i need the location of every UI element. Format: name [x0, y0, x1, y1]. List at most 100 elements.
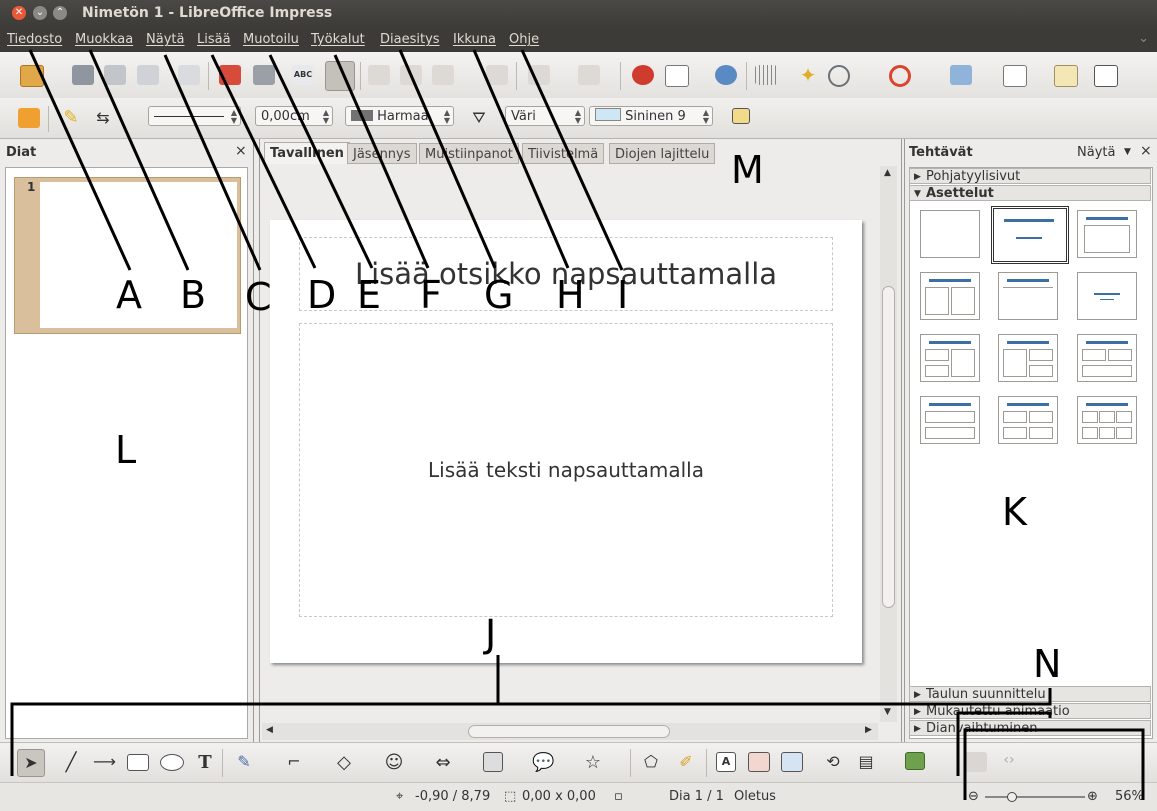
flowchart-icon[interactable] — [483, 752, 503, 772]
menu-lisaa[interactable]: Lisää — [197, 32, 231, 47]
symbol-shapes-icon[interactable]: ☺ — [383, 752, 405, 773]
tab-diojen-lajittelu[interactable]: Diojen lajittelu — [609, 143, 716, 164]
section-dianvaihtuminen[interactable]: ▶ Dianvaihtuminen — [909, 720, 1151, 736]
layout-title-2-content[interactable] — [920, 272, 980, 320]
connector-icon[interactable]: ⌐ — [283, 752, 305, 772]
menu-tiedosto[interactable]: Tiedosto — [7, 32, 62, 47]
text-tool-icon[interactable]: T — [194, 752, 216, 773]
layout-title-only[interactable] — [998, 272, 1058, 320]
save-icon[interactable] — [104, 65, 126, 85]
vertical-scrollbar[interactable]: ▲ ▼ — [880, 166, 897, 722]
layout-title-slide[interactable] — [991, 206, 1069, 264]
zoom-in-icon[interactable]: ⊕ — [1087, 789, 1098, 804]
section-pohjatyylisivut[interactable]: ▶ Pohjatyylisivut — [909, 168, 1151, 184]
zoom-slider-thumb[interactable] — [1007, 792, 1017, 802]
arrow-line-icon[interactable]: ⟶ — [93, 752, 116, 772]
fill-type-select[interactable]: Väri ▲ ▼ — [505, 106, 585, 126]
select-arrow-icon[interactable]: ➤ — [17, 749, 45, 777]
arrow-style-icon[interactable]: ⇆ — [92, 108, 114, 128]
tasks-view-menu[interactable]: Näytä — [1077, 145, 1115, 160]
menu-nayta[interactable]: Näytä — [146, 32, 184, 47]
points-icon[interactable]: ⬠ — [640, 752, 662, 772]
maximize-window-icon[interactable]: ⌃ — [53, 6, 67, 20]
extrusion-icon[interactable]: ⟲ — [822, 752, 844, 772]
table-icon[interactable] — [665, 65, 689, 87]
fill-color-select[interactable]: Sininen 9 ▲ ▼ — [589, 106, 713, 126]
close-icon[interactable]: × — [235, 143, 247, 159]
close-window-icon[interactable]: ✕ — [12, 6, 26, 20]
print-icon[interactable] — [253, 65, 275, 85]
line-icon[interactable]: ✎ — [60, 108, 82, 128]
help-lifebuoy-icon[interactable] — [889, 65, 911, 87]
scroll-down-icon[interactable]: ▼ — [884, 707, 891, 717]
section-mukautettu-animaatio[interactable]: ▶ Mukautettu animaatio — [909, 703, 1151, 719]
scroll-left-icon[interactable]: ◀ — [266, 725, 273, 735]
tab-muistiinpanot[interactable]: Muistiinpanot — [419, 143, 519, 164]
spellcheck-icon[interactable]: ABC — [292, 65, 314, 85]
chart-icon[interactable] — [632, 65, 654, 85]
redo-icon[interactable] — [578, 65, 600, 85]
body-placeholder[interactable]: Lisää teksti napsauttamalla — [299, 323, 833, 617]
toggle-extrusion-icon[interactable]: ‹› — [998, 752, 1020, 772]
scroll-up-icon[interactable]: ▲ — [884, 168, 891, 178]
block-arrows-icon[interactable]: ⇔ — [432, 752, 454, 773]
layout-title-1-content-2[interactable] — [998, 334, 1058, 382]
menu-diaesitys[interactable]: Diaesitys — [380, 32, 440, 47]
menu-ikkuna[interactable]: Ikkuna — [453, 32, 496, 47]
slide-insert-icon[interactable] — [950, 65, 972, 85]
fontwork-icon[interactable]: A — [716, 752, 736, 772]
line-color-select[interactable]: Harmaa ▲ ▼ — [345, 106, 454, 126]
slide-design-icon[interactable] — [1054, 65, 1078, 87]
email-icon[interactable] — [137, 65, 159, 85]
chevron-down-icon[interactable]: ⌄ — [1138, 31, 1149, 46]
rectangle-icon[interactable] — [127, 754, 149, 771]
shadow-tool-icon[interactable] — [965, 752, 987, 772]
section-taulun-suunnittelu[interactable]: ▶ Taulun suunnittelu — [909, 686, 1151, 702]
callouts-icon[interactable]: 💬 — [532, 752, 554, 773]
ellipse-icon[interactable] — [160, 754, 184, 771]
minimize-window-icon[interactable]: ⌄ — [33, 6, 47, 20]
line-tool-icon[interactable]: ╱ — [60, 752, 82, 773]
horizontal-scrollbar[interactable]: ◀ ▶ — [262, 723, 878, 740]
hyperlink-icon[interactable] — [715, 65, 737, 85]
zoom-out-icon[interactable]: ⊖ — [968, 789, 979, 804]
fill-bucket-icon[interactable]: ⛛ — [468, 108, 490, 128]
shadow-icon[interactable] — [732, 108, 750, 124]
arrange-icon[interactable] — [905, 752, 925, 770]
navigator-icon[interactable]: ✦ — [797, 65, 819, 85]
curve-icon[interactable]: ✎ — [233, 752, 255, 772]
insert-image-icon[interactable] — [748, 752, 770, 772]
cut-icon[interactable] — [368, 65, 390, 85]
zoom-percent[interactable]: 56% — [1115, 789, 1144, 804]
menu-ohje[interactable]: Ohje — [509, 32, 539, 47]
insert-object-icon[interactable] — [781, 752, 803, 772]
slideshow-icon[interactable] — [1094, 65, 1118, 87]
styles-icon[interactable] — [18, 108, 40, 128]
line-style-select[interactable]: ▲ ▼ — [148, 106, 241, 126]
layout-title-2-content-1[interactable] — [920, 334, 980, 382]
vertical-scroll-thumb[interactable] — [882, 286, 895, 608]
glue-points-icon[interactable]: ✐ — [675, 752, 697, 772]
layout-centered-text[interactable] — [1077, 272, 1137, 320]
zoom-slider[interactable] — [985, 792, 1085, 802]
menu-tyokalut[interactable]: Työkalut — [311, 32, 365, 47]
section-asettelut[interactable]: ▼ Asettelut — [909, 185, 1151, 201]
close-icon[interactable]: × — [1140, 143, 1152, 159]
scroll-right-icon[interactable]: ▶ — [865, 725, 872, 735]
basic-shapes-icon[interactable]: ◇ — [333, 752, 355, 773]
layout-title-content[interactable] — [1077, 210, 1137, 258]
layout-title-2-content-below[interactable] — [1077, 334, 1137, 382]
zoom-icon[interactable] — [828, 65, 850, 87]
grid-icon[interactable] — [755, 65, 777, 85]
dropdown-arrow-icon[interactable]: ▼ — [1124, 147, 1131, 157]
horizontal-scroll-thumb[interactable] — [468, 725, 670, 738]
layout-title-content-over[interactable] — [920, 396, 980, 444]
open-folder-icon[interactable] — [72, 65, 94, 85]
paste-icon[interactable] — [432, 65, 454, 85]
new-document-icon[interactable] — [20, 65, 44, 87]
line-width-field[interactable]: 0,00cm ▲ ▼ — [255, 106, 333, 126]
autospell-icon[interactable] — [325, 61, 355, 91]
menu-muotoilu[interactable]: Muotoilu — [243, 32, 299, 47]
slide-layout-icon[interactable] — [1003, 65, 1027, 87]
menu-muokkaa[interactable]: Muokkaa — [75, 32, 133, 47]
